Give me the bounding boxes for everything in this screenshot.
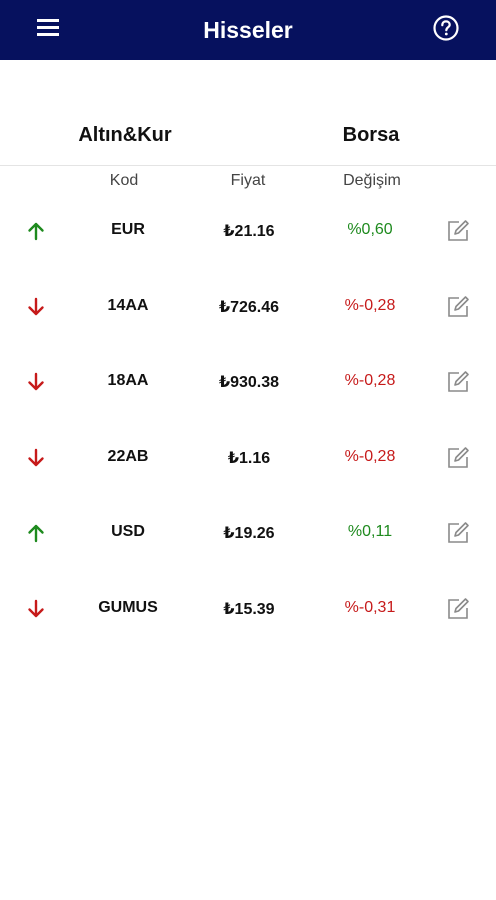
arrow-down-icon [25, 598, 47, 620]
column-header-fiyat: Fiyat [230, 172, 266, 189]
stock-price: ₺19.26 [223, 525, 275, 542]
stock-code: 22AB [107, 448, 149, 465]
stock-change: %-0,28 [344, 372, 396, 389]
edit-icon[interactable] [446, 219, 470, 243]
page-title: Hisseler [203, 16, 293, 43]
stock-price: ₺930.38 [218, 374, 280, 391]
edit-icon[interactable] [446, 597, 470, 621]
stock-price: ₺1.16 [227, 450, 271, 467]
list-item[interactable]: GUMUS ₺15.39 %-0,31 [0, 589, 496, 629]
edit-icon[interactable] [446, 370, 470, 394]
edit-icon[interactable] [446, 446, 470, 470]
market-tabs: Altın&Kur Borsa [0, 112, 496, 166]
stock-code: USD [111, 523, 145, 540]
stock-price: ₺21.16 [223, 223, 275, 240]
edit-icon[interactable] [446, 521, 470, 545]
stock-price: ₺726.46 [218, 299, 280, 316]
app-bar: Hisseler [0, 0, 496, 60]
help-circle-icon[interactable] [430, 12, 462, 44]
stock-change: %-0,28 [344, 297, 396, 314]
list-item[interactable]: 18AA ₺930.38 %-0,28 [0, 362, 496, 402]
edit-icon[interactable] [446, 295, 470, 319]
list-item[interactable]: 14AA ₺726.46 %-0,28 [0, 287, 496, 327]
stock-code: 14AA [107, 297, 149, 314]
stock-code: 18AA [107, 372, 149, 389]
arrow-up-icon [25, 522, 47, 544]
column-header-kod: Kod [109, 172, 139, 189]
arrow-down-icon [25, 296, 47, 318]
stock-price: ₺15.39 [223, 601, 275, 618]
tab-borsa[interactable]: Borsa [246, 112, 496, 158]
arrow-down-icon [25, 371, 47, 393]
menu-icon[interactable] [36, 16, 62, 40]
column-header-degisim: Değişim [343, 172, 401, 189]
stock-change: %-0,28 [344, 448, 396, 465]
arrow-up-icon [25, 220, 47, 242]
stock-code: EUR [111, 221, 145, 238]
stock-change: %-0,31 [344, 599, 396, 616]
stock-code: GUMUS [98, 599, 158, 616]
stock-change: %0,60 [347, 221, 393, 238]
tab-label: Altın&Kur [78, 123, 172, 146]
stock-change: %0,11 [347, 523, 393, 540]
tab-altin-kur[interactable]: Altın&Kur [0, 112, 250, 158]
arrow-down-icon [25, 447, 47, 469]
tab-label: Borsa [342, 123, 400, 146]
list-item[interactable]: 22AB ₺1.16 %-0,28 [0, 438, 496, 478]
list-item[interactable]: EUR ₺21.16 %0,60 [0, 211, 496, 251]
list-item[interactable]: USD ₺19.26 %0,11 [0, 513, 496, 553]
